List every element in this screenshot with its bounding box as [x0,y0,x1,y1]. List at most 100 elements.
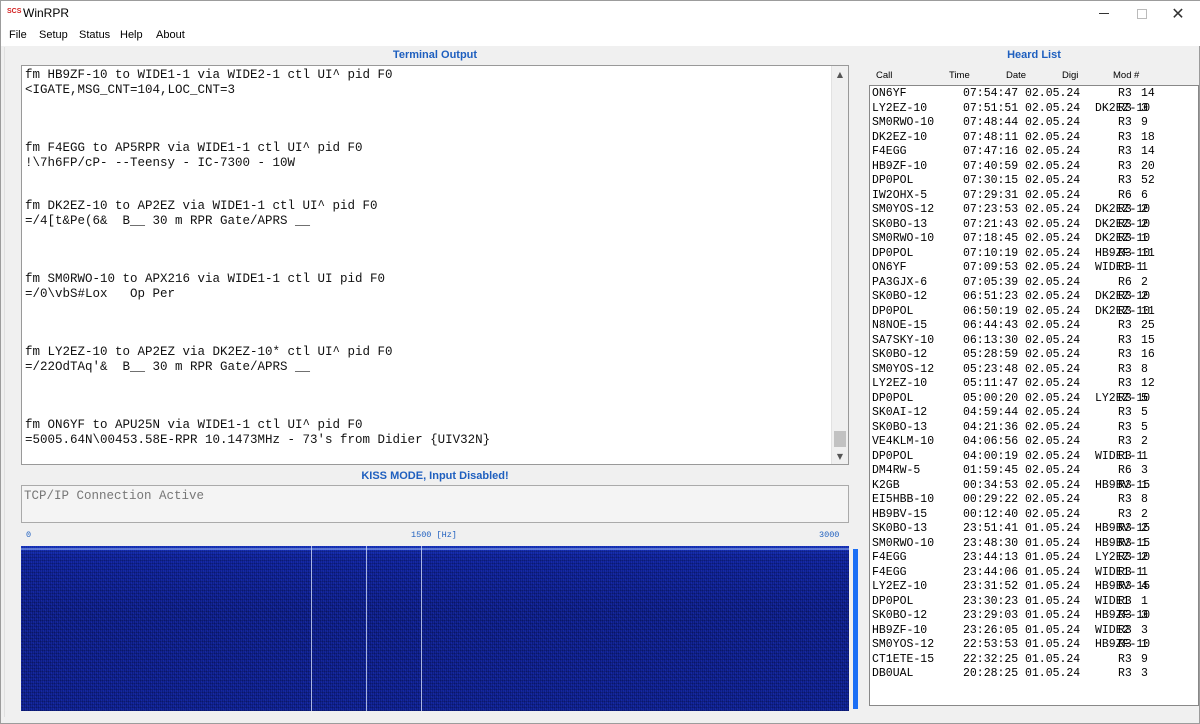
spectrum-waterfall[interactable] [21,546,849,711]
heard-row[interactable]: K2GB 00:34:53 02.05.24 HB9BV-15 R3 1 [870,478,1198,494]
heard-call: DB0UAL [872,667,914,680]
heard-row[interactable]: SK0BO-12 23:29:03 01.05.24 HB9ZF-10 R3 3 [870,609,1198,624]
heard-time: 07:54:47 [963,87,1019,100]
heard-row[interactable]: HB9BV-15 00:12:40 02.05.24 R3 2 [870,508,1198,523]
column-count[interactable]: # [1134,70,1139,81]
menu-setup[interactable]: Setup [39,29,68,41]
heard-row[interactable]: IW2OHX-5 07:29:31 02.05.24 R6 6 [870,189,1198,204]
heard-time: 07:23:53 [963,203,1019,216]
heard-row[interactable]: ON6YF 07:54:47 02.05.24 R3 14 [870,87,1198,102]
heard-row[interactable]: SK0BO-13 23:51:41 01.05.24 HB9BV-15 R3 2 [870,522,1198,537]
column-date[interactable]: Date [1006,70,1026,81]
heard-row[interactable]: DK2EZ-10 07:48:11 02.05.24 R3 18 [870,130,1198,146]
heard-mod: R3 [1118,449,1132,463]
heard-row[interactable]: LY2EZ-10 05:11:47 02.05.24 R3 12 [870,377,1198,392]
scroll-up-arrow-icon[interactable]: ▲ [832,66,848,82]
heard-row[interactable]: SK0BO-13 04:21:36 02.05.24 R3 5 [870,421,1198,436]
app-logo-icon: SCS [7,8,22,15]
heard-count: 1 [1141,449,1148,463]
heard-mod: R3 [1118,667,1132,680]
heard-count: 18 [1141,130,1155,144]
heard-date: 01.05.24 [1025,638,1081,651]
heard-row[interactable]: LY2EZ-10 23:31:52 01.05.24 HB9BV-15 R3 4 [870,580,1198,595]
terminal-output[interactable]: fm HB9ZF-10 to WIDE1-1 via WIDE2-1 ctl U… [21,65,849,465]
menu-status[interactable]: Status [79,29,110,41]
menu-file[interactable]: File [9,29,27,41]
terminal-line: fm SM0RWO-10 to APX216 via WIDE1-1 ctl U… [25,272,386,287]
heard-row[interactable]: DP0POL 04:00:19 02.05.24 WIDE1-1 R3 1 [870,449,1198,465]
heard-row[interactable]: PA3GJX-6 07:05:39 02.05.24 R6 2 [870,276,1198,291]
heard-row[interactable]: SM0YOS-12 07:23:53 02.05.24 DK2EZ-10 R3 2 [870,203,1198,218]
heard-date: 02.05.24 [1025,391,1081,405]
column-mod[interactable]: Mod [1113,70,1131,81]
heard-call: SM0YOS-12 [872,638,935,651]
heard-date: 02.05.24 [1025,101,1081,115]
heard-count: 2 [1141,551,1148,564]
column-digi[interactable]: Digi [1062,70,1078,81]
heard-time: 00:34:53 [963,478,1019,492]
column-call[interactable]: Call [876,70,892,81]
heard-time: 07:51:51 [963,101,1019,115]
heard-mod: R3 [1118,203,1132,216]
terminal-output-header: Terminal Output [392,49,478,61]
menu-help[interactable]: Help [120,29,143,41]
heard-count: 11 [1141,304,1155,318]
heard-row[interactable]: DB0UAL 20:28:25 01.05.24 R3 3 [870,667,1198,682]
heard-row[interactable]: SM0YOS-12 22:53:53 01.05.24 HB9ZF-10 R3 1 [870,638,1198,653]
heard-row[interactable]: HB9ZF-10 23:26:05 01.05.24 WIDE2 R3 3 [870,624,1198,639]
close-button[interactable]: ✕ [1155,1,1200,26]
heard-row[interactable]: LY2EZ-10 07:51:51 02.05.24 DK2EZ-10 R3 3 [870,101,1198,117]
title-bar[interactable]: SCS WinRPR ✕ [1,1,1200,26]
heard-row[interactable]: DP0POL 07:30:15 02.05.24 R3 52 [870,174,1198,189]
command-input[interactable]: TCP/IP Connection Active [21,485,849,523]
heard-row[interactable]: SM0YOS-12 05:23:48 02.05.24 R3 8 [870,363,1198,378]
heard-row[interactable]: VE4KLM-10 04:06:56 02.05.24 R3 2 [870,435,1198,450]
heard-row[interactable]: SK0BO-13 07:21:43 02.05.24 DK2EZ-10 R3 2 [870,217,1198,233]
heard-row[interactable]: HB9ZF-10 07:40:59 02.05.24 R3 20 [870,159,1198,175]
menu-about[interactable]: About [156,29,185,41]
terminal-line: <IGATE,MSG_CNT=104,LOC_CNT=3 [25,82,236,97]
heard-count: 3 [1141,101,1148,115]
heard-row[interactable]: DP0POL 05:00:20 02.05.24 LY2EZ-10 R3 5 [870,391,1198,407]
scrollbar-thumb[interactable] [834,431,846,447]
heard-call: SK0BO-13 [872,522,928,535]
heard-call: HB9ZF-10 [872,159,928,173]
heard-time: 23:30:23 [963,594,1019,608]
heard-date: 02.05.24 [1025,304,1081,318]
heard-mod: R3 [1118,348,1132,361]
heard-row[interactable]: SA7SKY-10 06:13:30 02.05.24 R3 15 [870,333,1198,349]
column-time[interactable]: Time [949,70,970,81]
heard-row[interactable]: F4EGG 23:44:06 01.05.24 WIDE1-1 R3 1 [870,566,1198,581]
heard-row[interactable]: SK0BO-12 06:51:23 02.05.24 DK2EZ-10 R3 2 [870,290,1198,305]
heard-list-columns: Call Time Date Digi Mod # [869,69,1199,83]
heard-time: 06:13:30 [963,333,1019,347]
terminal-scrollbar[interactable]: ▲ ▼ [831,66,848,464]
heard-call: SM0RWO-10 [872,232,935,245]
heard-date: 02.05.24 [1025,232,1081,245]
heard-row[interactable]: F4EGG 07:47:16 02.05.24 R3 14 [870,145,1198,160]
heard-row[interactable]: EI5HBB-10 00:29:22 02.05.24 R3 8 [870,493,1198,508]
heard-row[interactable]: DP0POL 07:10:19 02.05.24 HB9ZF-10 R3 11 [870,247,1198,262]
heard-row[interactable]: SM0RWO-10 07:18:45 02.05.24 DK2EZ-10 R3 1 [870,232,1198,247]
heard-row[interactable]: F4EGG 23:44:13 01.05.24 LY2EZ-10 R3 2 [870,551,1198,566]
heard-call: DP0POL [872,304,914,318]
heard-call: SK0BO-13 [872,217,928,231]
panel-divider [4,47,5,717]
heard-date: 02.05.24 [1025,449,1081,463]
heard-time: 04:59:44 [963,406,1019,419]
heard-row[interactable]: SM0RWO-10 23:48:30 01.05.24 HB9BV-15 R3 1 [870,537,1198,552]
heard-row[interactable]: ON6YF 07:09:53 02.05.24 WIDE1-1 R3 1 [870,261,1198,276]
heard-row[interactable]: DP0POL 06:50:19 02.05.24 DK2EZ-10 R3 11 [870,304,1198,320]
heard-row[interactable]: DM4RW-5 01:59:45 02.05.24 R6 3 [870,464,1198,479]
heard-row[interactable]: CT1ETE-15 22:32:25 01.05.24 R3 9 [870,653,1198,668]
heard-row[interactable]: N8NOE-15 06:44:43 02.05.24 R3 25 [870,319,1198,334]
heard-row[interactable]: DP0POL 23:30:23 01.05.24 WIDE1 R3 1 [870,594,1198,610]
heard-list[interactable]: ON6YF 07:54:47 02.05.24 R3 14 LY2EZ-10 07:51:5… [869,85,1199,706]
heard-row[interactable]: SK0BO-12 05:28:59 02.05.24 R3 16 [870,348,1198,363]
heard-row[interactable]: SM0RWO-10 07:48:44 02.05.24 R3 9 [870,116,1198,131]
heard-row[interactable]: SK0AI-12 04:59:44 02.05.24 R3 5 [870,406,1198,421]
scroll-down-arrow-icon[interactable]: ▼ [832,448,848,464]
